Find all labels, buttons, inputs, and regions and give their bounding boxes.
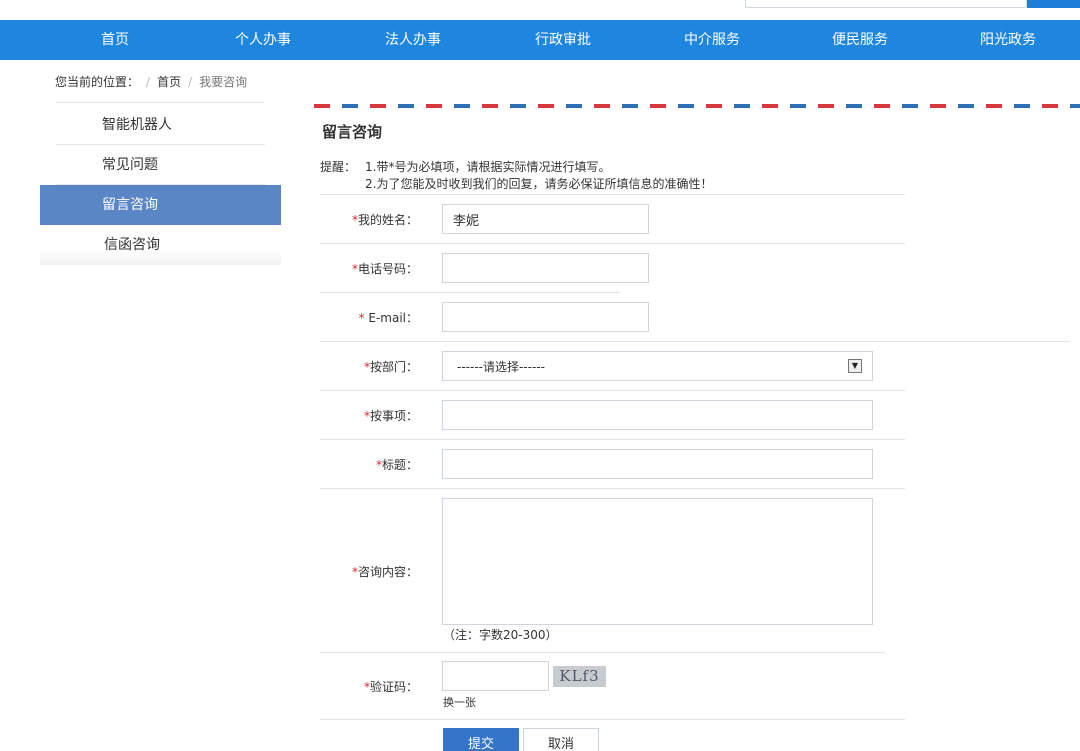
nav-item-agency[interactable]: 中介服务 [657, 20, 767, 60]
phone-label: *电话号码： [351, 262, 418, 276]
phone-input[interactable] [442, 253, 649, 283]
nav-item-personal[interactable]: 个人办事 [208, 20, 318, 60]
matter-label: *按事项： [363, 409, 418, 423]
breadcrumb: 您当前的位置： / 首页 / 我要咨询 [55, 72, 247, 92]
department-selected-value: ------请选择------ [457, 360, 545, 374]
row-divider [320, 194, 905, 195]
sidebar-item-robot[interactable]: 智能机器人 [40, 105, 281, 145]
content-label: *咨询内容： [351, 565, 418, 579]
sidebar: 智能机器人 常见问题 留言咨询 信函咨询 [40, 105, 281, 265]
email-input[interactable] [442, 302, 649, 332]
submit-button[interactable]: 提交 [443, 728, 519, 751]
sidebar-item-faq[interactable]: 常见问题 [40, 145, 281, 185]
nav-item-gov-affairs[interactable]: 阳光政务 [953, 20, 1063, 60]
row-divider [320, 439, 905, 440]
title-label: *标题： [375, 458, 418, 472]
breadcrumb-separator: / [188, 75, 193, 89]
breadcrumb-prefix: 您当前的位置： [55, 75, 140, 89]
department-label: *按部门： [363, 360, 418, 374]
dropdown-arrow-icon[interactable]: ▼ [848, 359, 862, 373]
nav-item-convenience[interactable]: 便民服务 [805, 20, 915, 60]
content-length-note: （注：字数20-300） [443, 628, 558, 642]
section-title: 留言咨询 [322, 123, 383, 141]
sidebar-item-label: 信函咨询 [104, 237, 160, 253]
nav-item-approval[interactable]: 行政审批 [508, 20, 618, 60]
sidebar-item-label: 智能机器人 [102, 117, 172, 133]
nav-item-home[interactable]: 首页 [60, 20, 170, 60]
row-divider [320, 719, 905, 720]
sidebar-item-label: 留言咨询 [102, 197, 158, 213]
captcha-label: *验证码： [363, 680, 418, 694]
notice-label: 提醒： [320, 160, 357, 174]
row-divider [320, 652, 885, 653]
captcha-refresh-link[interactable]: 换一张 [443, 694, 476, 710]
main-nav: 首页 个人办事 法人办事 行政审批 中介服务 便民服务 阳光政务 [0, 20, 1080, 60]
notice-line-2: 2.为了您能及时收到我们的回复，请务必保证所填信息的准确性！ [365, 177, 713, 191]
top-search-input[interactable] [745, 0, 1027, 8]
row-divider [320, 390, 905, 391]
row-divider [320, 243, 905, 244]
cancel-button[interactable]: 取消 [523, 728, 599, 751]
title-input[interactable] [442, 449, 873, 479]
department-select[interactable]: ------请选择------ ▼ [442, 351, 873, 381]
sidebar-item-label: 常见问题 [102, 157, 158, 173]
content-textarea[interactable] [442, 498, 873, 625]
name-input[interactable] [442, 204, 649, 234]
sidebar-item-message[interactable]: 留言咨询 [40, 185, 281, 225]
nav-item-legal[interactable]: 法人办事 [358, 20, 468, 60]
name-label: *我的姓名： [351, 213, 418, 227]
captcha-input[interactable] [442, 661, 549, 691]
breadcrumb-separator: / [146, 75, 151, 89]
email-label: * E-mail： [358, 311, 418, 325]
breadcrumb-current: 我要咨询 [199, 75, 248, 89]
sidebar-item-letter[interactable]: 信函咨询 [40, 225, 281, 265]
row-divider [320, 488, 905, 489]
breadcrumb-divider [56, 102, 264, 103]
top-search-button[interactable] [1027, 0, 1080, 8]
row-divider [320, 292, 620, 293]
captcha-image[interactable]: KLf3 [553, 666, 606, 687]
row-divider [320, 341, 1070, 342]
breadcrumb-home-link[interactable]: 首页 [157, 72, 181, 92]
notice-line-1: 1.带*号为必填项，请根据实际情况进行填写。 [365, 160, 611, 174]
airmail-stripe [314, 104, 1080, 108]
matter-input[interactable] [442, 400, 873, 430]
